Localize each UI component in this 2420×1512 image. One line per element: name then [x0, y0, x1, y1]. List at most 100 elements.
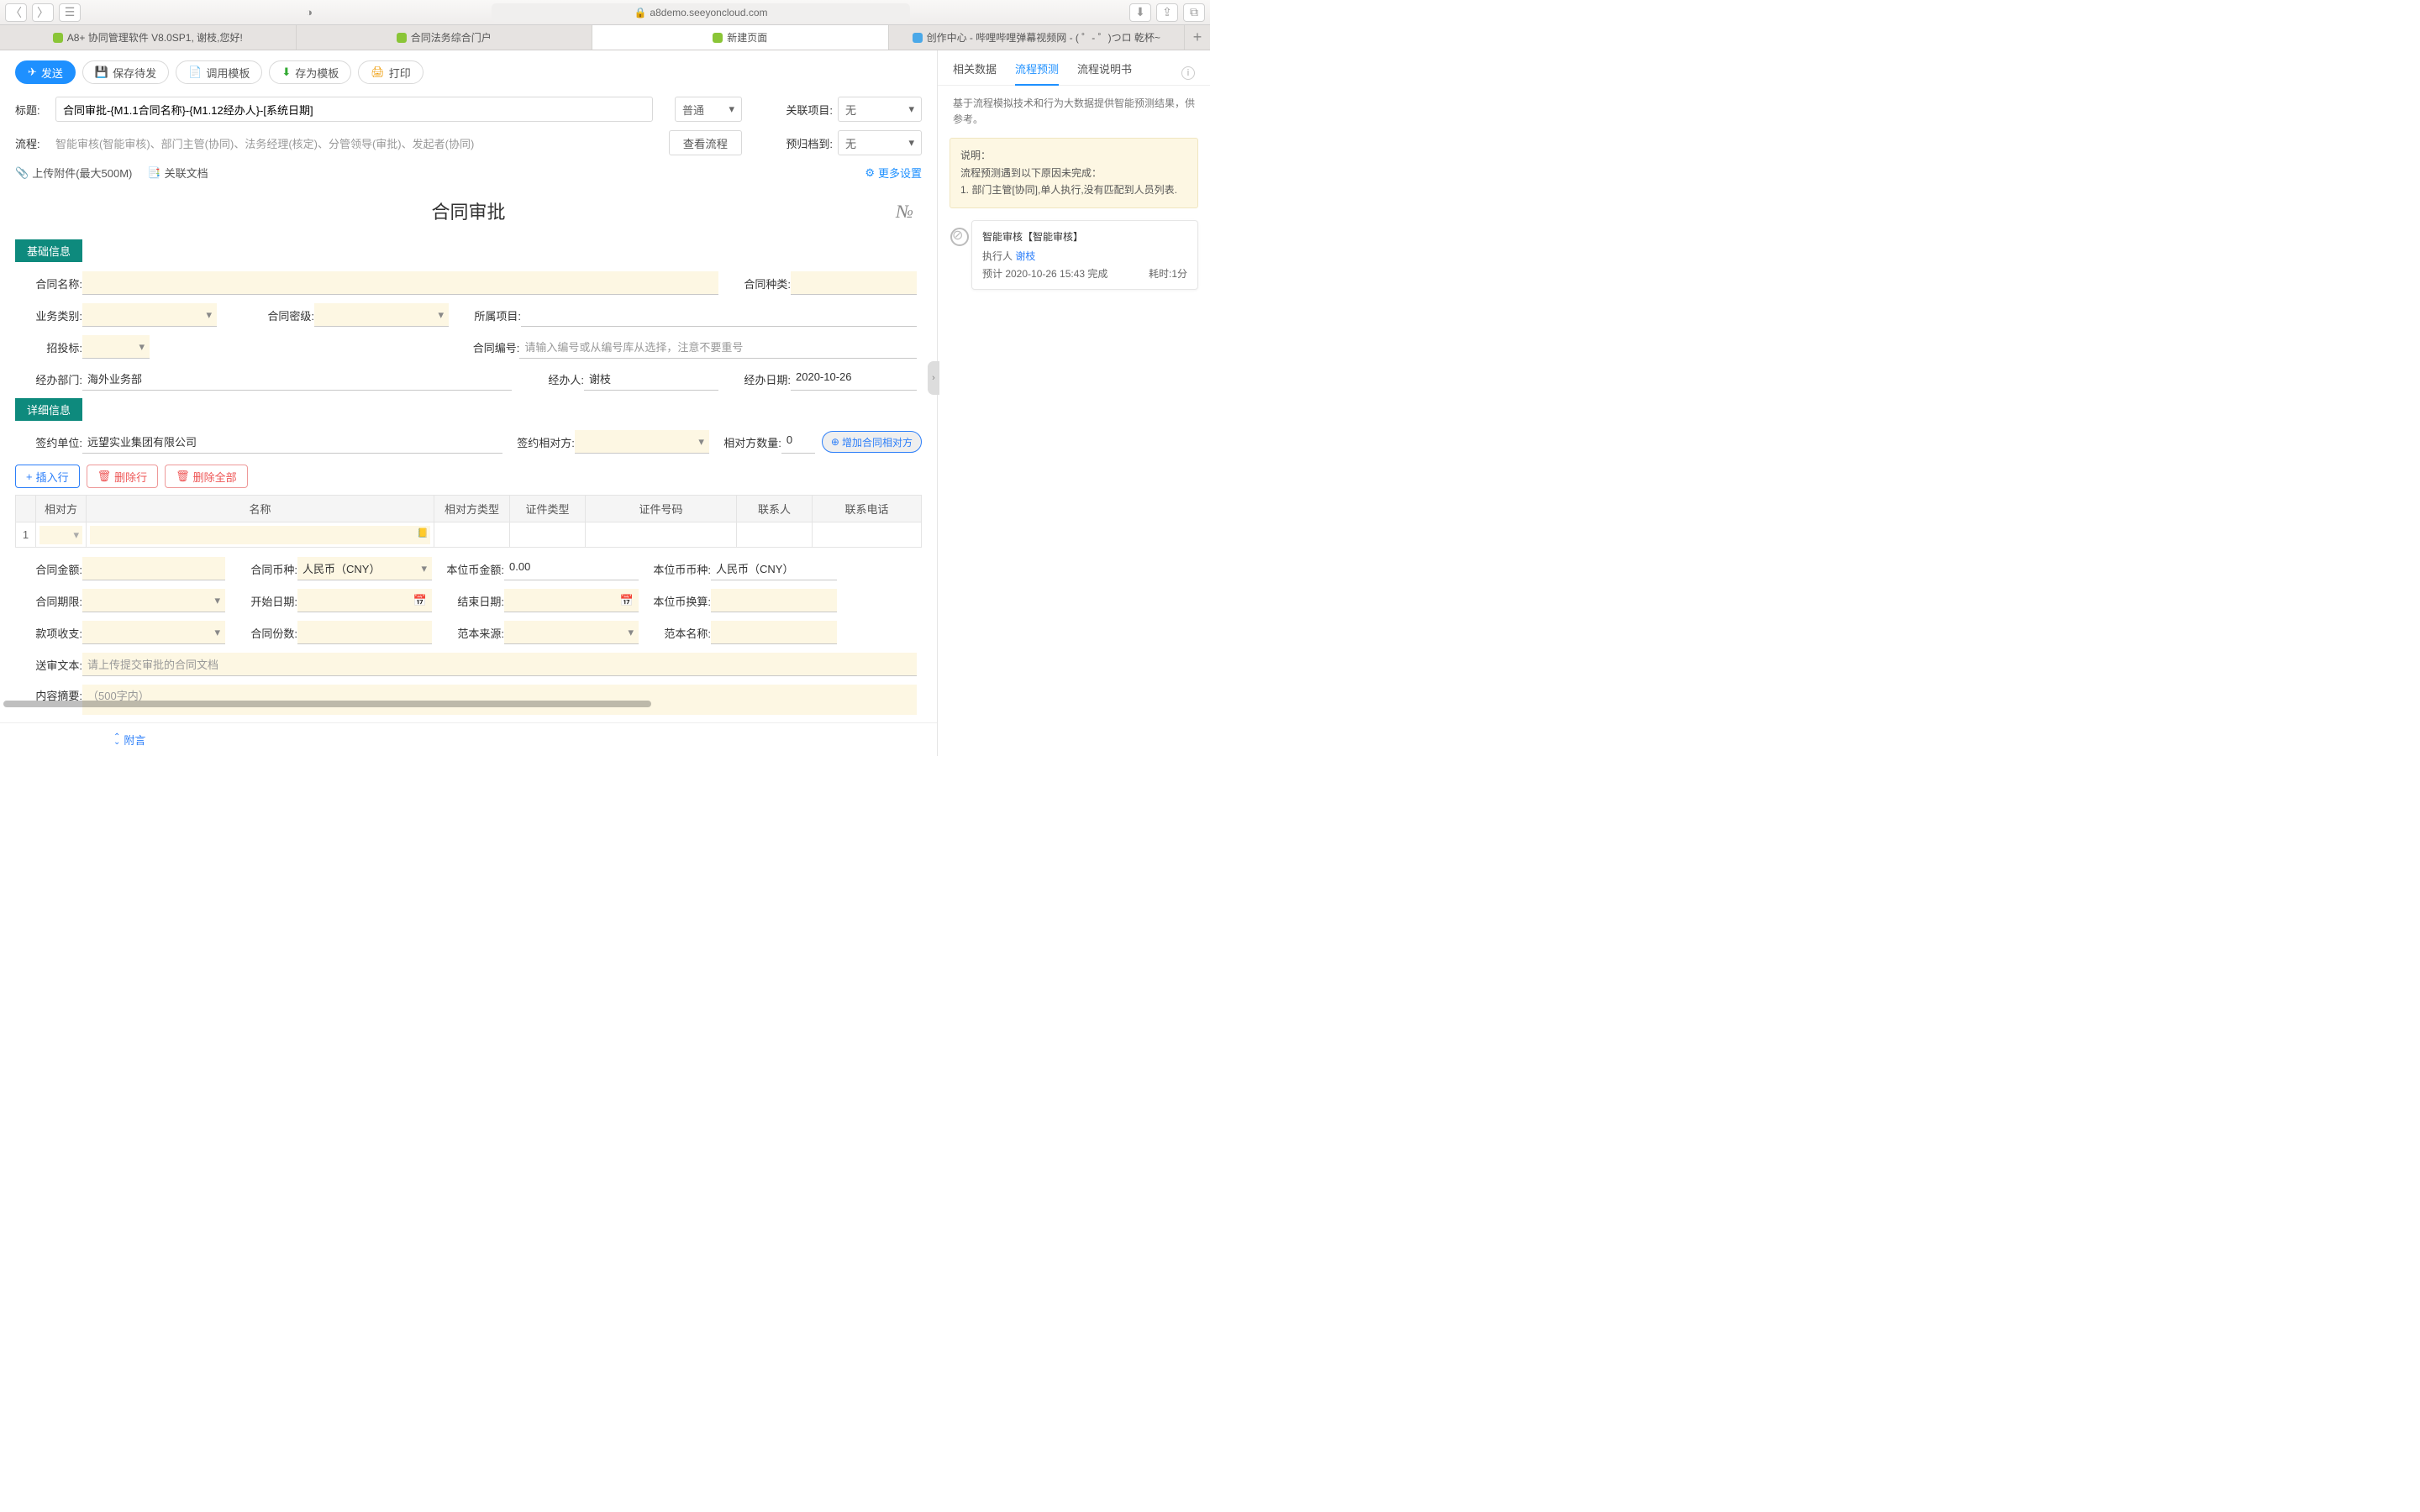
panel-collapse-handle[interactable]: › — [928, 361, 939, 395]
tab-label: A8+ 协同管理软件 V8.0SP1, 谢枝,您好! — [67, 30, 243, 45]
col-phone: 联系电话 — [813, 496, 922, 522]
delete-row-button[interactable]: 🗑删除行 — [87, 465, 159, 488]
summary-input[interactable]: （500字内） — [82, 685, 917, 715]
start-date-input[interactable]: 📅 — [297, 589, 432, 612]
chevron-down-icon: ▾ — [421, 562, 427, 575]
postscript-toggle[interactable]: ⌃⌄ 附言 — [113, 732, 145, 748]
save-draft-button[interactable]: 💾保存待发 — [82, 60, 169, 84]
tab-label: 创作中心 - 哔哩哔哩弹幕视频网 - ( ゜- ゜)つロ 乾杯~ — [927, 30, 1160, 45]
delete-all-button[interactable]: 🗑删除全部 — [165, 465, 248, 488]
archive-select[interactable]: 无▾ — [838, 130, 922, 155]
bid-label: 招投标: — [46, 339, 82, 355]
save-template-button[interactable]: ⬇存为模板 — [269, 60, 351, 84]
sign-counter-select[interactable]: ▾ — [575, 430, 709, 454]
sample-name-input[interactable] — [711, 621, 837, 644]
contract-no-label: 合同编号: — [473, 339, 520, 355]
base-rate-input[interactable] — [711, 589, 837, 612]
sample-src-select[interactable]: ▾ — [504, 621, 639, 644]
row-name-input[interactable]: 📒 — [90, 526, 430, 544]
project-input[interactable] — [521, 303, 917, 327]
counter-count-label: 相对方数量: — [723, 434, 781, 450]
add-counterparty-button[interactable]: ⊕增加合同相对方 — [822, 431, 922, 453]
assoc-doc-link[interactable]: 📑关联文档 — [147, 165, 208, 181]
contract-no-input[interactable]: 请输入编号或从编号库从选择，注意不要重号 — [519, 335, 917, 359]
end-date-input[interactable]: 📅 — [504, 589, 639, 612]
browser-tab-3[interactable]: 创作中心 - 哔哩哔哩弹幕视频网 - ( ゜- ゜)つロ 乾杯~ — [889, 25, 1186, 50]
row-counter-select[interactable]: ▾ — [39, 526, 82, 544]
currency-select[interactable]: 人民币（CNY）▾ — [297, 557, 432, 580]
browser-tab-0[interactable]: A8+ 协同管理软件 V8.0SP1, 谢枝,您好! — [0, 25, 297, 50]
exec-label: 执行人 — [982, 250, 1013, 262]
tab-label: 新建页面 — [727, 30, 767, 45]
contract-name-label: 合同名称: — [35, 276, 82, 291]
chevron-down-icon: ▾ — [214, 626, 220, 639]
biz-category-label: 业务类别: — [35, 307, 82, 323]
submit-doc-label: 送审文本: — [35, 657, 82, 673]
print-icon: 🖨 — [371, 66, 385, 79]
browser-toolbar: 〈 〉 ☰ ◑ 🔒 a8demo.seeyoncloud.com ⬇ ⇪ ⧉ — [0, 0, 1210, 25]
secret-level-select[interactable]: ▾ — [314, 303, 449, 327]
forward-button[interactable]: 〉 — [32, 3, 54, 22]
tab-label: 合同法务综合门户 — [411, 30, 492, 45]
calendar-icon: 📅 — [413, 594, 427, 607]
amount-input[interactable] — [82, 557, 225, 580]
new-tab-button[interactable]: + — [1185, 25, 1210, 50]
calendar-icon: 📅 — [620, 594, 634, 607]
more-settings-link[interactable]: ⚙更多设置 — [865, 165, 922, 181]
chevron-down-icon: ▾ — [698, 435, 704, 449]
contract-name-input[interactable] — [82, 271, 718, 295]
handler-value: 谢枝 — [584, 367, 718, 391]
chevron-down-icon: ▾ — [206, 308, 212, 322]
period-select[interactable]: ▾ — [82, 589, 225, 612]
footer-bar: ⌃⌄ 附言 — [0, 722, 937, 756]
sample-name-label: 范本名称: — [664, 625, 711, 641]
print-button[interactable]: 🖨打印 — [358, 60, 424, 84]
warn-title: 说明： — [960, 147, 1187, 164]
warn-line: 流程预测遇到以下原因未完成： — [960, 165, 1187, 181]
share-button[interactable]: ⇪ — [1156, 3, 1178, 22]
send-icon: ✈ — [28, 66, 37, 79]
tab-process-predict[interactable]: 流程预测 — [1015, 60, 1059, 85]
topic-input[interactable] — [55, 97, 653, 122]
info-icon[interactable]: i — [1181, 66, 1195, 80]
process-label: 流程: — [15, 135, 49, 151]
view-process-button[interactable]: 查看流程 — [669, 130, 742, 155]
topic-label: 标题: — [15, 102, 49, 118]
table-row[interactable]: 1 ▾ 📒 — [16, 522, 922, 548]
income-label: 款项收支: — [35, 625, 82, 641]
chevron-down-icon: ▾ — [729, 102, 734, 116]
url-bar[interactable]: 🔒 a8demo.seeyoncloud.com — [492, 3, 910, 22]
send-button[interactable]: ✈发送 — [15, 60, 76, 84]
browser-tab-2[interactable]: 新建页面 — [592, 25, 889, 50]
sign-unit-label: 签约单位: — [35, 434, 82, 450]
chevron-down-icon: ▾ — [214, 594, 220, 607]
shield-icon[interactable]: ◑ — [300, 3, 318, 22]
sidebar-button[interactable]: ☰ — [59, 3, 81, 22]
biz-category-select[interactable]: ▾ — [82, 303, 217, 327]
download-button[interactable]: ⬇ — [1129, 3, 1151, 22]
assoc-project-select[interactable]: 无▾ — [838, 97, 922, 122]
bid-select[interactable]: ▾ — [82, 335, 150, 359]
plus-icon: ⊕ — [831, 436, 839, 448]
tab-process-manual[interactable]: 流程说明书 — [1077, 60, 1132, 85]
upload-attachment-link[interactable]: 📎上传附件(最大500M) — [15, 165, 132, 181]
copies-label: 合同份数: — [250, 625, 297, 641]
trash-icon: 🗑 — [97, 470, 112, 483]
back-button[interactable]: 〈 — [5, 3, 27, 22]
contract-type-input[interactable] — [791, 271, 917, 295]
chevron-down-icon: ▾ — [908, 102, 914, 116]
browser-tab-1[interactable]: 合同法务综合门户 — [297, 25, 593, 50]
submit-doc-input[interactable]: 请上传提交审批的合同文档 — [82, 653, 917, 676]
exec-person-link[interactable]: 谢枝 — [1015, 250, 1035, 262]
warning-box: 说明： 流程预测遇到以下原因未完成： 1. 部门主管[协同],单人执行,没有匹配… — [950, 138, 1198, 207]
insert-row-button[interactable]: +插入行 — [15, 465, 80, 488]
load-template-button[interactable]: 📄调用模板 — [176, 60, 262, 84]
horizontal-scrollbar[interactable] — [3, 701, 651, 707]
addressbook-icon[interactable]: 📒 — [417, 528, 429, 538]
income-select[interactable]: ▾ — [82, 621, 225, 644]
priority-select[interactable]: 普通▾ — [675, 97, 742, 122]
copies-input[interactable] — [297, 621, 432, 644]
tab-related-data[interactable]: 相关数据 — [953, 60, 997, 85]
tabs-button[interactable]: ⧉ — [1183, 3, 1205, 22]
start-date-label: 开始日期: — [250, 593, 297, 609]
